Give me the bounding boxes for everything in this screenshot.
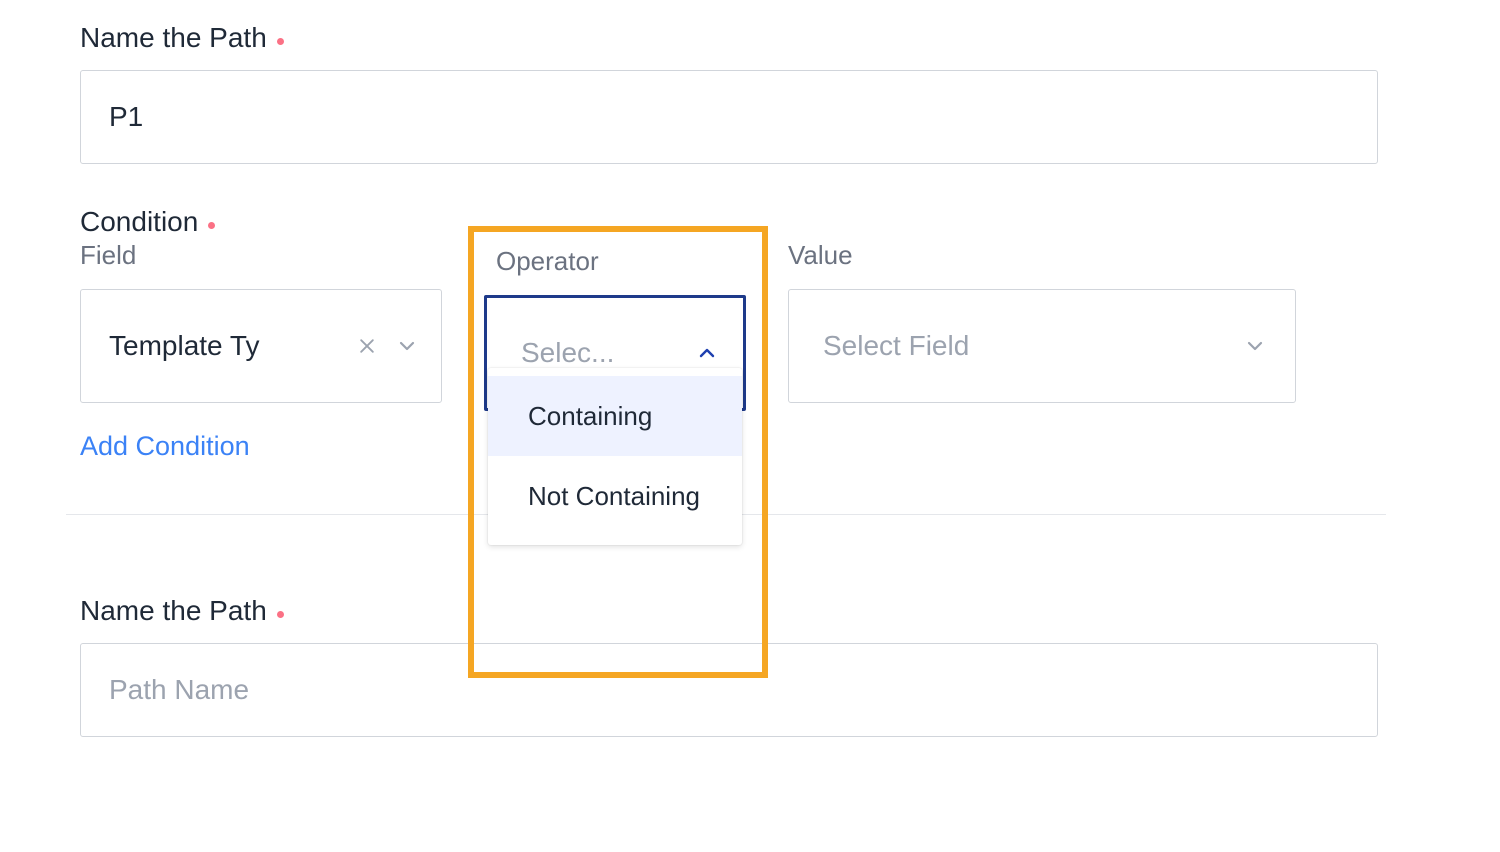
operator-dropdown: Containing Not Containing bbox=[488, 368, 742, 545]
path2-name-label-text: Name the Path bbox=[80, 595, 267, 627]
chevron-down-icon[interactable] bbox=[391, 330, 423, 362]
path1-name-input[interactable] bbox=[80, 70, 1378, 164]
required-dot-icon bbox=[277, 38, 284, 45]
operator-option-containing[interactable]: Containing bbox=[488, 376, 742, 456]
operator-option-not-containing[interactable]: Not Containing bbox=[488, 456, 742, 536]
field-select-value: Template Ty bbox=[109, 330, 351, 362]
path2-name-input[interactable] bbox=[80, 643, 1378, 737]
path1-name-label-text: Name the Path bbox=[80, 22, 267, 54]
required-dot-icon bbox=[208, 222, 215, 229]
field-sublabel: Field bbox=[80, 240, 442, 271]
chevron-up-icon[interactable] bbox=[691, 337, 723, 369]
value-sublabel: Value bbox=[788, 240, 1296, 271]
value-select-placeholder: Select Field bbox=[823, 330, 1239, 362]
value-select[interactable]: Select Field bbox=[788, 289, 1296, 403]
operator-sublabel: Operator bbox=[484, 240, 746, 277]
chevron-down-icon[interactable] bbox=[1239, 330, 1271, 362]
clear-icon[interactable] bbox=[351, 330, 383, 362]
condition-header: Condition bbox=[80, 206, 1420, 238]
condition-header-text: Condition bbox=[80, 206, 198, 238]
path1-name-label: Name the Path bbox=[80, 22, 1420, 54]
required-dot-icon bbox=[277, 611, 284, 618]
field-select[interactable]: Template Ty bbox=[80, 289, 442, 403]
path2-name-label: Name the Path bbox=[80, 595, 1420, 627]
add-condition-link[interactable]: Add Condition bbox=[80, 431, 250, 462]
operator-select-placeholder: Selec... bbox=[521, 337, 691, 369]
